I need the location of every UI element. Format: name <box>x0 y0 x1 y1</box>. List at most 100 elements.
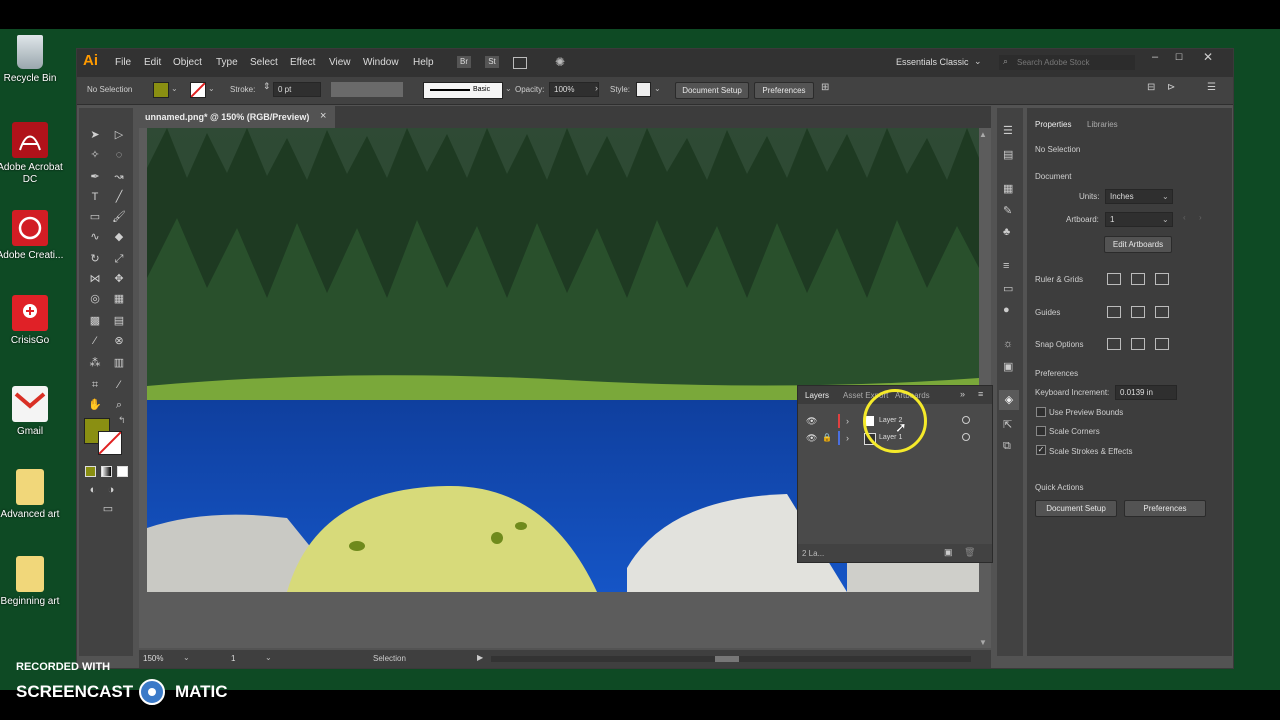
control-menu-icon[interactable]: ☰ <box>1207 82 1216 93</box>
brush-definition[interactable]: Basic <box>423 82 503 99</box>
artboard-select[interactable]: 1 ⌄ <box>1105 212 1173 227</box>
color-mode-icon[interactable] <box>85 466 96 477</box>
none-mode-icon[interactable] <box>117 466 128 477</box>
visibility-eye-icon[interactable]: 👁 <box>806 433 817 444</box>
beginning-art-folder-icon[interactable]: Beginning art <box>0 556 65 608</box>
style-dropdown-icon[interactable]: ⌄ <box>654 84 661 93</box>
eyedropper-tool-icon[interactable]: ⁄ <box>87 334 103 348</box>
stroke-panel-icon[interactable]: ≡ <box>1003 260 1009 272</box>
curvature-tool-icon[interactable]: ↝ <box>111 170 127 184</box>
gradient-tool-icon[interactable]: ▤ <box>111 314 127 328</box>
scale-tool-icon[interactable]: ⤢ <box>111 252 127 266</box>
swap-fill-stroke-icon[interactable]: ↰ <box>118 415 126 426</box>
workspace-switcher[interactable]: Essentials Classic <box>896 57 969 67</box>
menu-object[interactable]: Object <box>173 57 202 68</box>
stroke-color-swatch[interactable] <box>98 431 122 455</box>
stroke-swatch[interactable] <box>190 82 206 98</box>
gradient-mode-icon[interactable] <box>101 466 112 477</box>
style-swatch[interactable] <box>636 82 651 97</box>
stroke-dropdown-icon[interactable]: ⌄ <box>208 84 215 93</box>
previous-artboard-icon[interactable]: ‹ <box>1183 213 1186 222</box>
artboard-tool-icon[interactable]: ⌗ <box>87 378 103 392</box>
close-tab-icon[interactable]: × <box>320 110 326 122</box>
scroll-thumb[interactable] <box>715 656 739 662</box>
show-guides-icon[interactable] <box>1107 306 1121 318</box>
fill-swatch[interactable] <box>153 82 169 98</box>
transparency-grid-icon[interactable] <box>1155 273 1169 285</box>
panel-collapse-icon[interactable]: » <box>960 389 965 399</box>
menu-effect[interactable]: Effect <box>290 57 315 68</box>
use-preview-bounds-checkbox[interactable] <box>1036 407 1046 417</box>
scale-corners-checkbox[interactable] <box>1036 426 1046 436</box>
fill-dropdown-icon[interactable]: ⌄ <box>171 84 178 93</box>
shaper-tool-icon[interactable]: ∿ <box>87 230 103 244</box>
direct-selection-tool-icon[interactable]: ▷ <box>111 128 127 142</box>
rectangle-tool-icon[interactable]: ▭ <box>87 210 103 224</box>
artboard-number[interactable]: 1 <box>231 654 235 663</box>
target-icon[interactable] <box>962 416 970 424</box>
keyboard-increment-field[interactable]: 0.0139 in <box>1115 385 1177 400</box>
graphic-styles-panel-icon[interactable]: ▣ <box>1003 360 1013 373</box>
horizontal-scrollbar[interactable] <box>491 656 971 662</box>
hand-tool-icon[interactable]: ✋ <box>87 398 103 412</box>
symbol-sprayer-tool-icon[interactable]: ⁂ <box>87 356 103 370</box>
transparency-panel-icon[interactable]: ● <box>1003 304 1010 316</box>
menu-view[interactable]: View <box>329 57 351 68</box>
grid-icon[interactable] <box>1131 273 1145 285</box>
brush-dropdown-icon[interactable]: ⌄ <box>505 84 512 93</box>
transform-icon[interactable]: ⊳ <box>1167 82 1175 93</box>
opacity-field[interactable]: 100% <box>549 82 599 97</box>
draw-behind-icon[interactable]: ◑ <box>103 483 119 497</box>
artboard-dropdown-icon[interactable]: ⌄ <box>265 653 272 662</box>
document-tab[interactable]: unnamed.png* @ 150% (RGB/Preview) × <box>139 106 335 128</box>
scroll-up-icon[interactable]: ▲ <box>979 130 987 139</box>
stroke-weight-field[interactable]: 0 pt <box>273 82 321 97</box>
recycle-bin-icon[interactable]: Recycle Bin <box>0 35 65 85</box>
blend-tool-icon[interactable]: ⊗ <box>111 334 127 348</box>
gmail-icon[interactable]: Gmail <box>0 386 65 438</box>
crisisgo-icon[interactable]: CrisisGo <box>0 295 65 347</box>
document-setup-button[interactable]: Document Setup <box>675 82 749 99</box>
column-graph-tool-icon[interactable]: ▥ <box>111 356 127 370</box>
arrange-documents-icon[interactable] <box>513 57 527 69</box>
opacity-arrow-icon[interactable]: › <box>595 83 598 93</box>
minimize-icon[interactable]: – <box>1152 51 1158 63</box>
symbols-panel-icon[interactable]: ♣ <box>1003 226 1010 238</box>
tab-libraries[interactable]: Libraries <box>1087 120 1118 129</box>
status-arrow-icon[interactable]: ▶ <box>477 653 483 662</box>
gpu-performance-icon[interactable]: ✺ <box>555 55 565 69</box>
gradient-panel-icon[interactable]: ▭ <box>1003 282 1013 295</box>
tab-layers[interactable]: Layers <box>805 391 829 400</box>
expand-chevron-icon[interactable]: › <box>846 416 849 426</box>
draw-normal-icon[interactable]: ◐ <box>85 483 101 497</box>
advanced-art-folder-icon[interactable]: Advanced art <box>0 469 65 521</box>
type-tool-icon[interactable]: T <box>87 190 103 204</box>
artboards-panel-icon[interactable]: ⧉ <box>1003 440 1011 453</box>
mesh-tool-icon[interactable]: ▩ <box>87 314 103 328</box>
shape-builder-tool-icon[interactable]: ◎ <box>87 292 103 306</box>
slice-tool-icon[interactable]: ⁄ <box>111 378 127 392</box>
layers-panel-icon[interactable]: ◈ <box>999 390 1019 410</box>
snap-to-pixel-icon[interactable] <box>1155 338 1169 350</box>
snap-to-grid-icon[interactable] <box>1131 338 1145 350</box>
preferences-button[interactable]: Preferences <box>754 82 814 99</box>
line-tool-icon[interactable]: ╱ <box>111 190 127 204</box>
zoom-level[interactable]: 150% <box>143 654 163 663</box>
panel-menu-icon[interactable]: ≡ <box>978 389 983 399</box>
zoom-dropdown-icon[interactable]: ⌄ <box>183 653 190 662</box>
stock-search-field[interactable]: ⌕ Search Adobe Stock <box>999 55 1135 70</box>
asset-export-panel-icon[interactable]: ⇱ <box>1003 418 1012 431</box>
expand-chevron-icon[interactable]: › <box>846 433 849 443</box>
stock-icon[interactable]: St <box>485 56 499 68</box>
lock-guides-icon[interactable] <box>1131 306 1145 318</box>
edit-artboards-button[interactable]: Edit Artboards <box>1104 236 1172 253</box>
quick-document-setup-button[interactable]: Document Setup <box>1035 500 1117 517</box>
target-icon[interactable] <box>962 433 970 441</box>
pen-tool-icon[interactable]: ✒ <box>87 170 103 184</box>
lasso-tool-icon[interactable]: ◌ <box>111 148 127 162</box>
menu-select[interactable]: Select <box>250 57 278 68</box>
adobe-creative-cloud-icon[interactable]: Adobe Creati... <box>0 210 65 262</box>
stroke-stepper-icon[interactable]: ⇕ <box>263 81 271 92</box>
lock-icon[interactable]: 🔒 <box>822 433 832 442</box>
delete-layer-icon[interactable]: 🗑 <box>964 547 975 558</box>
